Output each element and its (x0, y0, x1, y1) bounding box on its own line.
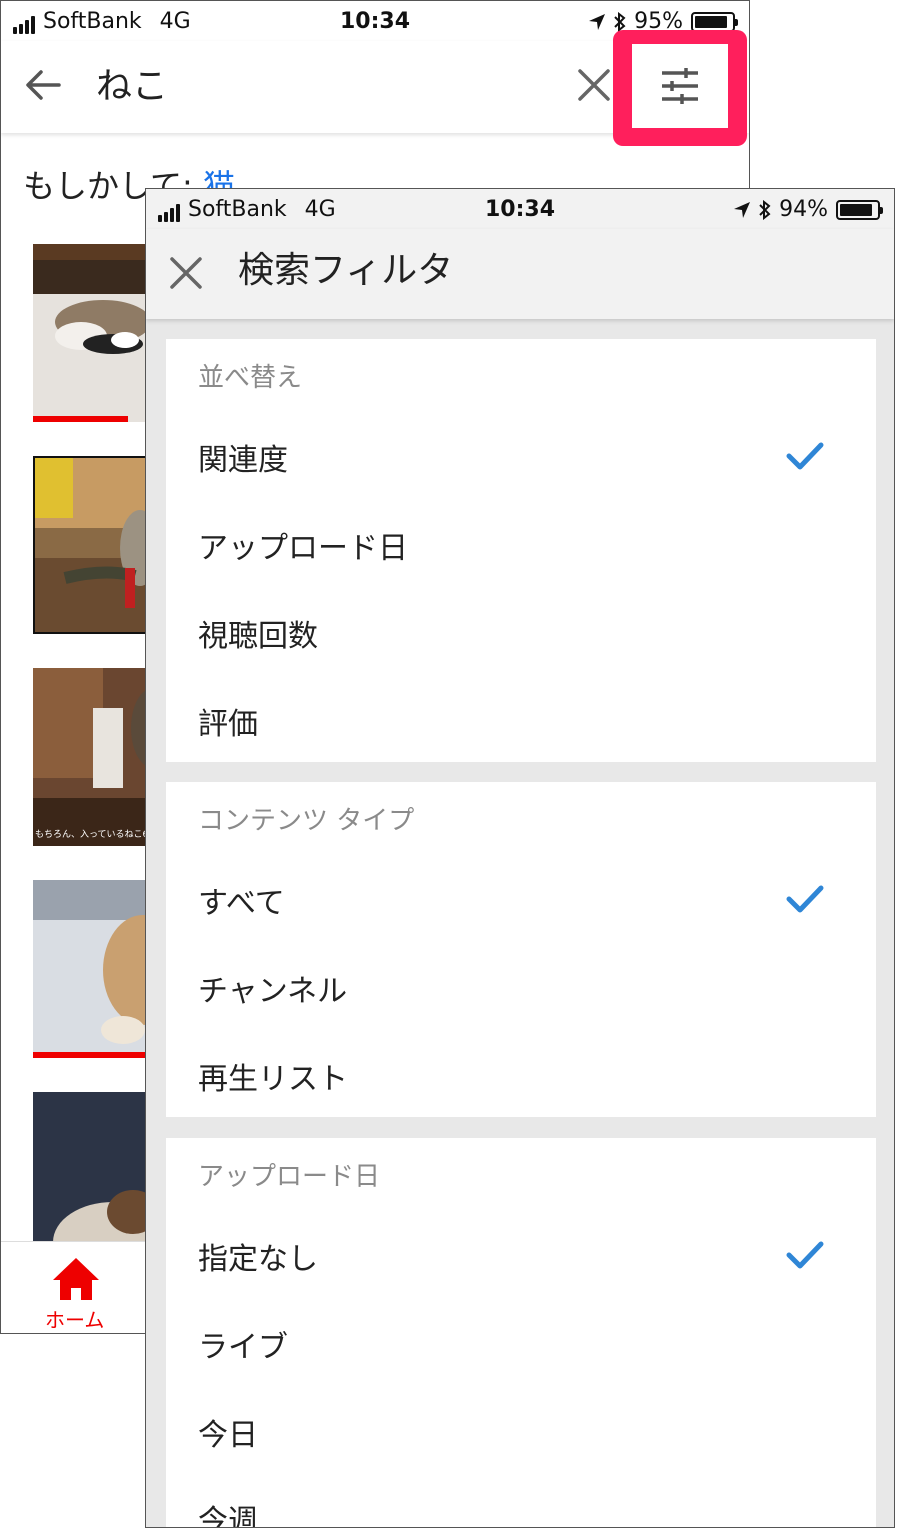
location-icon (589, 13, 606, 30)
upload-date-today[interactable]: 今日 (198, 1410, 258, 1454)
home-icon[interactable] (51, 1256, 101, 1302)
bluetooth-icon (614, 11, 626, 32)
battery-percent: 94% (779, 197, 828, 222)
filter-sliders-icon[interactable] (660, 66, 700, 106)
clear-search-icon[interactable] (576, 67, 612, 103)
section-heading: 並べ替え (198, 363, 303, 393)
content-type-section: コンテンツ タイプ すべて チャンネル 再生リスト (166, 782, 876, 1117)
section-heading: アップロード日 (198, 1162, 381, 1192)
status-bar: SoftBank 4G 10:34 94% (146, 189, 894, 229)
search-filter-screen: SoftBank 4G 10:34 94% 検索フィルタ 並べ替え 関連度 アッ… (145, 188, 895, 1528)
checkmark-icon (786, 885, 824, 913)
sort-section: 並べ替え 関連度 アップロード日 視聴回数 評価 (166, 339, 876, 762)
sort-option-upload-date[interactable]: アップロード日 (198, 523, 408, 567)
search-header: ねこ (1, 30, 749, 146)
content-type-all[interactable]: すべて (198, 878, 285, 922)
filter-header: 検索フィルタ (146, 229, 894, 319)
search-query[interactable]: ねこ (96, 57, 168, 109)
back-arrow-icon[interactable] (23, 65, 63, 105)
sort-option-rating[interactable]: 評価 (198, 699, 258, 743)
location-icon (734, 201, 751, 218)
close-icon[interactable] (168, 255, 204, 291)
nav-home-label[interactable]: ホーム (45, 1304, 104, 1333)
sort-option-view-count[interactable]: 視聴回数 (198, 611, 318, 655)
upload-date-this-week[interactable]: 今週 (198, 1496, 258, 1527)
watched-progress-bar (33, 416, 128, 422)
upload-date-live[interactable]: ライブ (198, 1322, 288, 1366)
content-type-channel[interactable]: チャンネル (198, 966, 347, 1010)
filter-title: 検索フィルタ (238, 250, 454, 291)
checkmark-icon (786, 442, 824, 470)
bluetooth-icon (759, 199, 771, 220)
filter-button[interactable] (632, 44, 728, 128)
filter-button-highlight (613, 30, 747, 146)
upload-date-any[interactable]: 指定なし (198, 1234, 318, 1278)
checkmark-icon (786, 1241, 824, 1269)
upload-date-section: アップロード日 指定なし ライブ 今日 今週 (166, 1138, 876, 1527)
battery-icon (836, 199, 883, 220)
battery-icon (691, 11, 738, 32)
section-heading: コンテンツ タイプ (198, 806, 415, 836)
content-type-playlist[interactable]: 再生リスト (198, 1054, 348, 1098)
sort-option-relevance[interactable]: 関連度 (198, 435, 288, 479)
